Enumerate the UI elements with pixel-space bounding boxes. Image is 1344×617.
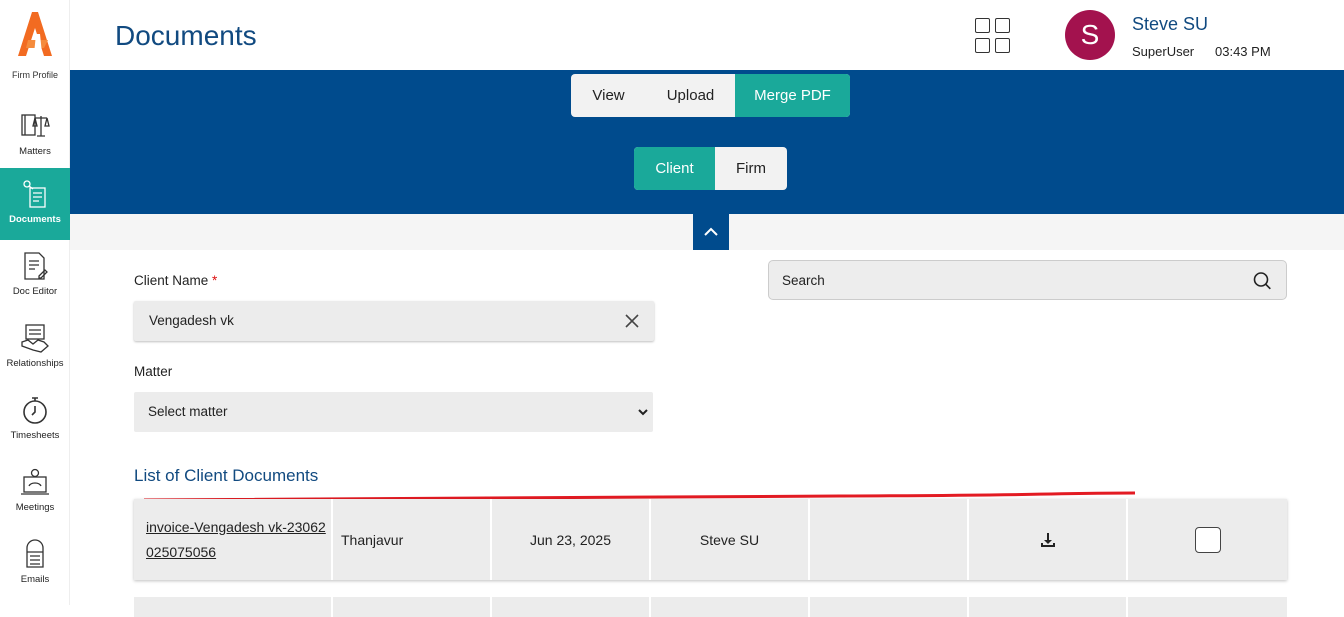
- current-time: 03:43 PM: [1215, 44, 1271, 59]
- empty-cell: [810, 499, 969, 580]
- download-cell: [969, 499, 1128, 580]
- user-role: SuperUser: [1132, 44, 1195, 59]
- sidebar-item-label: Documents: [9, 214, 61, 225]
- search-input[interactable]: Search: [768, 260, 1287, 300]
- tab-upload[interactable]: Upload: [646, 74, 735, 117]
- client-name-label-text: Client Name: [134, 273, 209, 288]
- grid-cell-icon: [995, 38, 1010, 53]
- location-cell: [333, 597, 492, 617]
- secondary-tabs: Client Firm: [634, 147, 787, 190]
- chevron-down-icon: [638, 409, 648, 416]
- search-placeholder: Search: [782, 273, 825, 288]
- sidebar-item-emails[interactable]: Emails: [0, 528, 70, 600]
- stopwatch-icon: [23, 397, 47, 424]
- primary-tabs: View Upload Merge PDF: [571, 74, 850, 117]
- select-cell: [1128, 597, 1287, 617]
- download-icon[interactable]: [1039, 531, 1057, 549]
- uploaded-by-cell: Steve SU: [651, 499, 810, 580]
- sidebar-item-label: Doc Editor: [12, 286, 58, 297]
- sidebar-item-label: Matters: [19, 146, 51, 157]
- tab-band: View Upload Merge PDF Client Firm: [70, 70, 1344, 214]
- client-name-field[interactable]: Vengadesh vk: [134, 301, 654, 341]
- document-name-cell: [134, 597, 333, 617]
- user-name[interactable]: Steve SU: [1132, 14, 1208, 35]
- document-name-cell: invoice-Vengadesh vk-23062025075056: [134, 499, 333, 580]
- meeting-icon: [21, 468, 49, 495]
- tab-view[interactable]: View: [571, 74, 646, 117]
- matter-select-value: Select matter: [148, 404, 228, 419]
- required-mark: *: [212, 273, 218, 288]
- document-link[interactable]: invoice-Vengadesh vk-23062025075056: [146, 515, 331, 565]
- mailbox-icon: [26, 539, 44, 568]
- tab-merge-pdf[interactable]: Merge PDF: [735, 74, 850, 117]
- grid-cell-icon: [975, 18, 990, 33]
- tab-firm[interactable]: Firm: [715, 147, 787, 190]
- sidebar-item-firm-profile[interactable]: Firm Profile: [0, 70, 70, 80]
- avatar[interactable]: S: [1065, 10, 1115, 60]
- top-header: Documents S Steve SU SuperUser 03:43 PM: [70, 0, 1344, 70]
- sidebar-item-label: Timesheets: [10, 430, 60, 441]
- tab-client[interactable]: Client: [634, 147, 715, 190]
- app-grid-button[interactable]: [975, 18, 1011, 54]
- page-title: Documents: [115, 20, 257, 51]
- doc-editor-icon: [24, 252, 48, 280]
- sidebar-item-label: Relationships: [6, 358, 64, 369]
- sidebar-item-timesheets[interactable]: Timesheets: [0, 384, 70, 456]
- sidebar-item-relationships[interactable]: Relationships: [0, 312, 70, 384]
- search-icon[interactable]: [1252, 271, 1272, 291]
- date-cell: Jun 23, 2025: [492, 499, 651, 580]
- sidebar-item-label: Meetings: [15, 502, 55, 513]
- collapse-button[interactable]: [693, 214, 729, 250]
- client-name-label: Client Name *: [134, 273, 217, 288]
- grid-cell-icon: [995, 18, 1010, 33]
- app-logo[interactable]: [14, 10, 56, 60]
- handshake-icon: [21, 324, 49, 353]
- table-row[interactable]: [134, 597, 1287, 617]
- select-cell: [1128, 499, 1287, 580]
- sidebar-item-doc-editor[interactable]: Doc Editor: [0, 240, 70, 312]
- sidebar: Firm Profile Matters Documents Doc Edito…: [0, 0, 70, 605]
- chevron-up-icon: [704, 227, 718, 236]
- close-icon[interactable]: [624, 313, 640, 329]
- client-name-value: Vengadesh vk: [149, 313, 234, 328]
- download-cell: [969, 597, 1128, 617]
- grid-cell-icon: [975, 38, 990, 53]
- sidebar-item-documents[interactable]: Documents: [0, 168, 70, 240]
- row-checkbox[interactable]: [1194, 526, 1221, 553]
- table-row[interactable]: invoice-Vengadesh vk-23062025075056 Than…: [134, 499, 1287, 580]
- sidebar-item-label: Emails: [20, 574, 50, 585]
- documents-icon: [23, 180, 46, 208]
- scales-book-icon: [21, 114, 50, 137]
- location-cell: Thanjavur: [333, 499, 492, 580]
- date-cell: [492, 597, 651, 617]
- documents-list-title: List of Client Documents: [134, 466, 319, 485]
- matter-label: Matter: [134, 364, 173, 379]
- empty-cell: [810, 597, 969, 617]
- sidebar-item-meetings[interactable]: Meetings: [0, 456, 70, 528]
- sidebar-item-matters[interactable]: Matters: [0, 100, 70, 172]
- uploaded-by-cell: [651, 597, 810, 617]
- matter-select[interactable]: Select matter: [134, 392, 653, 432]
